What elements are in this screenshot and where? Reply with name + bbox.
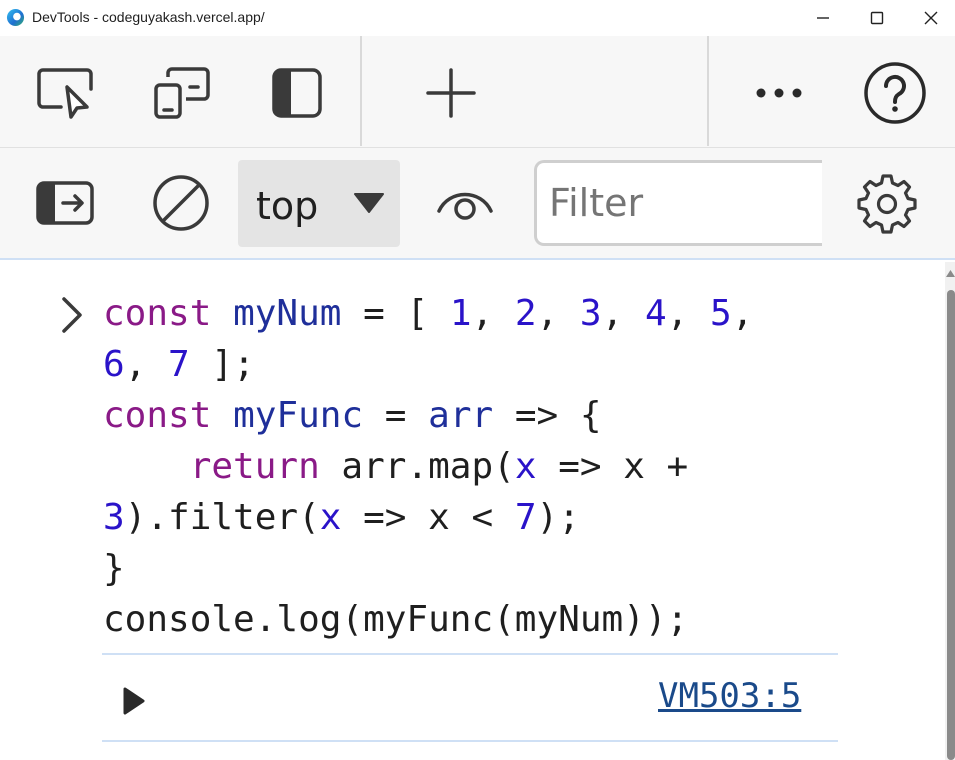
code-line: const myFunc = arr => {: [103, 395, 602, 436]
code-line: }: [103, 548, 125, 589]
clear-icon: [153, 175, 209, 231]
clear-console-button[interactable]: [146, 168, 216, 238]
code-line: const myNum = [ 1, 2, 3, 4, 5,: [103, 293, 754, 334]
message-divider: [102, 740, 838, 742]
prompt-chevron-icon: [62, 297, 82, 333]
window-title: DevTools - codeguyakash.vercel.app/: [32, 9, 265, 25]
close-button[interactable]: [904, 0, 955, 36]
help-icon: [864, 62, 926, 124]
minimize-button[interactable]: [796, 0, 850, 36]
expand-result-icon[interactable]: [122, 686, 146, 716]
inspect-element-button[interactable]: [28, 58, 104, 128]
close-icon: [924, 11, 938, 25]
scrollbar-thumb[interactable]: [947, 290, 955, 760]
toolbar-separator: [707, 36, 709, 146]
caret-down-icon: [354, 193, 384, 213]
add-tab-button[interactable]: [416, 58, 486, 128]
maximize-button[interactable]: [850, 0, 904, 36]
device-icon: [154, 67, 210, 119]
message-divider: [102, 653, 838, 655]
sidebar-toggle-icon: [36, 181, 94, 225]
maximize-icon: [870, 11, 884, 25]
dock-icon: [272, 68, 322, 118]
filter-clip: [822, 156, 836, 252]
filter-input[interactable]: [534, 160, 834, 246]
title-bar: DevTools - codeguyakash.vercel.app/: [0, 0, 955, 36]
console-toolbar: top: [0, 148, 955, 260]
show-sidebar-button[interactable]: [30, 168, 100, 238]
live-expression-button[interactable]: [430, 168, 500, 238]
gear-icon: [857, 174, 917, 234]
console-settings-button[interactable]: [852, 168, 922, 238]
context-selector[interactable]: top: [238, 160, 400, 247]
scroll-up-icon[interactable]: [946, 270, 955, 277]
edge-icon: [6, 8, 25, 27]
source-link[interactable]: VM503:5: [658, 676, 801, 716]
ellipsis-icon: [756, 88, 802, 98]
dock-side-button[interactable]: [262, 58, 332, 128]
main-toolbar: [0, 36, 955, 148]
code-line: return arr.map(x => x +: [189, 446, 689, 487]
device-emulation-button[interactable]: [146, 58, 216, 128]
code-line: 3).filter(x => x < 7);: [103, 497, 580, 538]
plus-icon: [426, 68, 476, 118]
console-input-code[interactable]: const myNum = [ 1, 2, 3, 4, 5, 6, 7 ]; c…: [103, 288, 753, 645]
code-line: console.log(myFunc(myNum));: [103, 599, 689, 640]
eye-icon: [437, 192, 493, 220]
more-tools-button[interactable]: [744, 58, 814, 128]
minimize-icon: [817, 17, 829, 19]
inspect-icon: [37, 68, 93, 119]
toolbar-separator: [360, 36, 362, 146]
help-button[interactable]: [858, 58, 932, 128]
context-value: top: [256, 184, 319, 228]
code-line: 6, 7 ];: [103, 344, 255, 385]
